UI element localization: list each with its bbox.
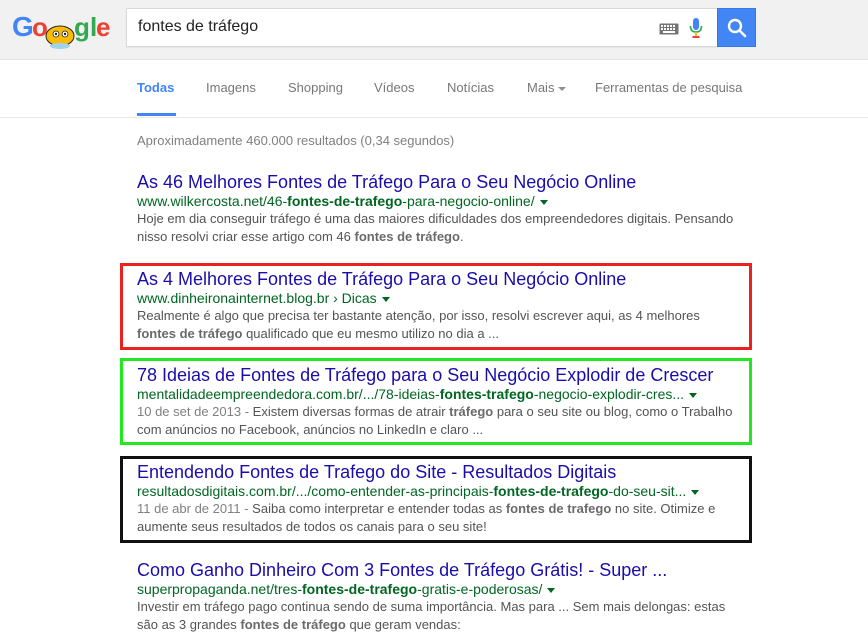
- result-title-link[interactable]: As 46 Melhores Fontes de Tráfego Para o …: [137, 171, 737, 193]
- snippet-bold: tráfego: [449, 404, 494, 419]
- snippet-text: Realmente é algo que precisa ter bastant…: [137, 308, 700, 323]
- result-url-text: www.wilkercosta.net/46-: [137, 193, 288, 209]
- result-url-text: www.dinheironainternet.blog.br › Dicas: [137, 290, 377, 306]
- snippet-bold: fontes de trafego: [505, 501, 612, 516]
- result-date: 11 de abr de 2011 -: [137, 501, 253, 516]
- result-url-bold: fontes-de-trafego: [493, 483, 609, 499]
- search-tabs: Todas Imagens Shopping Vídeos Notícias M…: [0, 61, 868, 118]
- result-url-text: -gratis-e-poderosas/: [417, 581, 543, 597]
- active-tab-indicator: [137, 113, 176, 116]
- google-doodle-logo[interactable]: G o g l e: [12, 6, 112, 52]
- keyboard-icon[interactable]: [659, 22, 679, 40]
- result-url-text: -do-seu-sit...: [608, 483, 687, 499]
- snippet-text: qualificado que eu mesmo utilizo no dia …: [242, 326, 500, 341]
- snippet-bold: fontes de tráfego: [354, 229, 460, 244]
- search-query-text[interactable]: fontes de tráfego: [138, 18, 258, 36]
- search-button[interactable]: [717, 8, 756, 47]
- caret-down-icon[interactable]: [691, 489, 700, 495]
- tab-noticias[interactable]: Notícias: [447, 80, 494, 95]
- result-url[interactable]: www.wilkercosta.net/46-fontes-de-trafego…: [137, 193, 737, 210]
- snippet-text: Existem diversas formas de atrair: [252, 404, 450, 419]
- result-url[interactable]: www.dinheironainternet.blog.br › Dicas: [137, 290, 737, 307]
- svg-text:G: G: [12, 11, 34, 42]
- snippet-text: que geram vendas:: [345, 617, 461, 632]
- result-title-link[interactable]: Entendendo Fontes de Trafego do Site - R…: [137, 461, 737, 483]
- result-snippet: Investir em tráfego pago continua sendo …: [137, 598, 737, 634]
- caret-down-icon[interactable]: [381, 296, 390, 302]
- search-result: Entendendo Fontes de Trafego do Site - R…: [137, 461, 737, 536]
- result-snippet: 10 de set de 2013 - Existem diversas for…: [137, 403, 737, 439]
- tab-shopping[interactable]: Shopping: [288, 80, 343, 95]
- caret-down-icon[interactable]: [689, 392, 698, 398]
- search-result: As 46 Melhores Fontes de Tráfego Para o …: [137, 171, 737, 246]
- tab-todas[interactable]: Todas: [137, 80, 174, 95]
- search-input[interactable]: fontes de tráfego: [126, 8, 718, 47]
- result-url-text: -negocio-explodir-cres...: [533, 386, 685, 402]
- result-stats: Aproximadamente 460.000 resultados (0,34…: [137, 133, 455, 148]
- result-url-text: mentalidadeempreendedora.com.br/.../78-i…: [137, 386, 440, 402]
- result-snippet: Realmente é algo que precisa ter bastant…: [137, 307, 737, 343]
- svg-text:g: g: [74, 12, 90, 42]
- result-snippet: Hoje em dia conseguir tráfego é uma das …: [137, 210, 737, 246]
- result-snippet: 11 de abr de 2011 - Saiba como interpret…: [137, 500, 737, 536]
- svg-text:o: o: [32, 12, 48, 42]
- result-title-link[interactable]: 78 Ideias de Fontes de Tráfego para o Se…: [137, 364, 737, 386]
- svg-text:e: e: [96, 12, 110, 42]
- caret-down-icon[interactable]: [539, 199, 548, 205]
- result-url-bold: fontes-de-trafego: [287, 193, 403, 209]
- tab-ferramentas[interactable]: Ferramentas de pesquisa: [595, 80, 742, 95]
- caret-down-icon[interactable]: [547, 587, 556, 593]
- result-url-text: resultadosdigitais.com.br/.../como-enten…: [137, 483, 494, 499]
- snippet-text: Saiba como interpretar e entender todas …: [252, 501, 506, 516]
- tab-videos[interactable]: Vídeos: [374, 80, 414, 95]
- chevron-down-icon: [558, 86, 567, 91]
- tab-mais-label: Mais: [527, 80, 555, 95]
- microphone-icon[interactable]: [689, 18, 703, 43]
- result-url[interactable]: mentalidadeempreendedora.com.br/.../78-i…: [137, 386, 737, 403]
- tab-imagens[interactable]: Imagens: [206, 80, 256, 95]
- result-url[interactable]: superpropaganda.net/tres-fontes-de-trafe…: [137, 581, 737, 598]
- result-url[interactable]: resultadosdigitais.com.br/.../como-enten…: [137, 483, 737, 500]
- result-url-bold: fontes-trafego: [439, 386, 534, 402]
- result-url-text: -para-negocio-online/: [402, 193, 535, 209]
- header-bar: G o g l e fontes de tráfego: [0, 0, 868, 60]
- result-url-text: superpropaganda.net/tres-: [137, 581, 302, 597]
- snippet-text: .: [459, 229, 464, 244]
- search-result: As 4 Melhores Fontes de Tráfego Para o S…: [137, 268, 737, 343]
- search-result: Como Ganho Dinheiro Com 3 Fontes de Tráf…: [137, 559, 737, 634]
- result-url-bold: fontes-de-trafego: [302, 581, 418, 597]
- search-icon: [727, 18, 747, 38]
- result-date: 10 de set de 2013 -: [137, 404, 253, 419]
- result-title-link[interactable]: As 4 Melhores Fontes de Tráfego Para o S…: [137, 268, 737, 290]
- result-title-link[interactable]: Como Ganho Dinheiro Com 3 Fontes de Tráf…: [137, 559, 737, 581]
- tab-mais[interactable]: Mais: [527, 80, 567, 95]
- snippet-bold: fontes de tráfego: [240, 617, 346, 632]
- snippet-bold: fontes de tráfego: [137, 326, 243, 341]
- search-result: 78 Ideias de Fontes de Tráfego para o Se…: [137, 364, 737, 439]
